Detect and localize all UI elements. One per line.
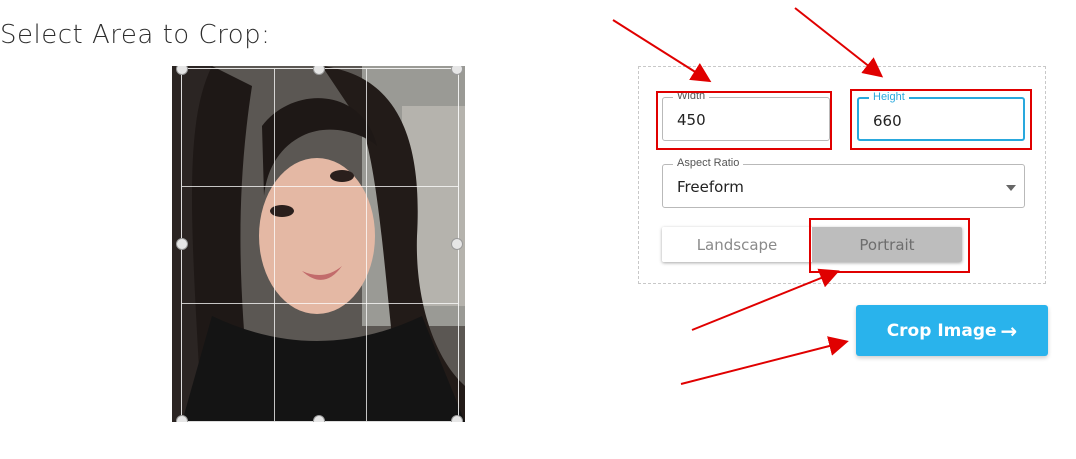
arrow-to-crop-button — [680, 336, 849, 385]
crop-image-button[interactable]: Crop Image → — [856, 305, 1048, 356]
aspect-ratio-label: Aspect Ratio — [673, 157, 744, 169]
grid-line-h1 — [182, 186, 458, 187]
page-title: Select Area to Crop: — [0, 20, 271, 50]
crop-selection-box[interactable] — [181, 68, 459, 422]
chevron-down-icon[interactable] — [1006, 185, 1016, 191]
annotation-box-width — [656, 91, 832, 150]
annotation-box-height — [850, 89, 1032, 150]
crop-area[interactable] — [172, 66, 465, 422]
landscape-button[interactable]: Landscape — [662, 227, 812, 262]
grid-line-h2 — [182, 303, 458, 304]
annotation-box-portrait — [809, 218, 970, 273]
crop-image-label: Crop Image — [886, 320, 997, 341]
crop-handle-bottom-right[interactable] — [451, 415, 463, 422]
crop-handle-left[interactable] — [176, 238, 188, 250]
grid-line-v2 — [366, 69, 367, 421]
crop-handle-right[interactable] — [451, 238, 463, 250]
aspect-ratio-value: Freeform — [677, 178, 744, 196]
arrow-right-icon: → — [1000, 318, 1018, 343]
arrow-to-height — [794, 7, 884, 78]
crop-handle-bottom[interactable] — [313, 415, 325, 422]
grid-line-v1 — [274, 69, 275, 421]
crop-handle-bottom-left[interactable] — [176, 415, 188, 422]
aspect-ratio-select[interactable]: Aspect Ratio Freeform — [662, 157, 1025, 208]
